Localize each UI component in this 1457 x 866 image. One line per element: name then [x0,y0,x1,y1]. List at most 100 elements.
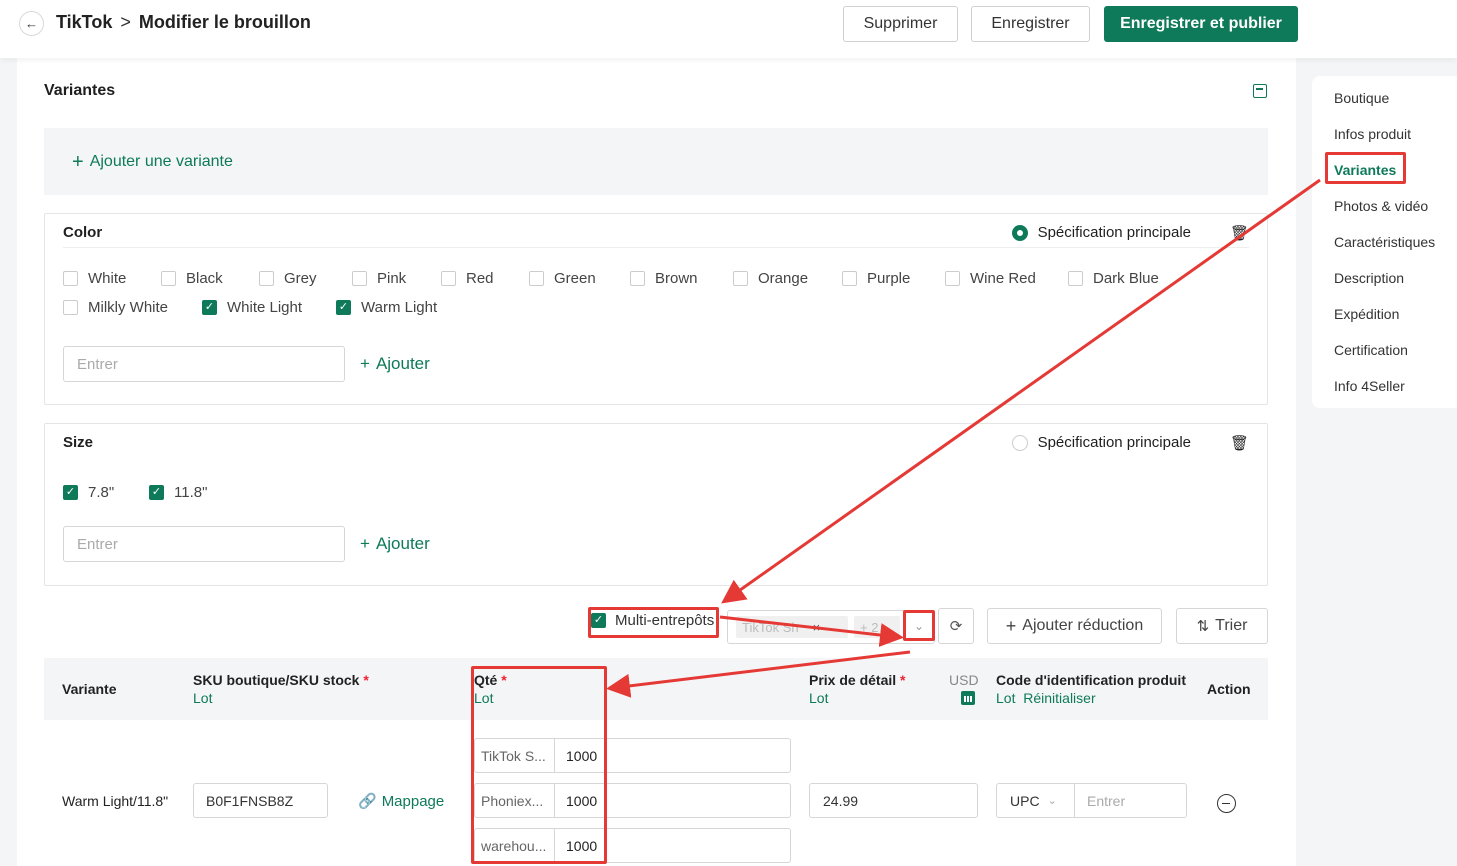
code-reset-link[interactable]: Réinitialiser [1023,690,1095,706]
refresh-icon[interactable]: ⟳ [938,608,974,644]
required-mark: * [363,672,369,688]
checkbox-icon [63,271,78,286]
col-product-code: Code d'identification produit Lot Réinit… [996,672,1186,706]
variant-name: Warm Light/11.8" [62,793,169,809]
color-option[interactable]: Green [529,270,596,287]
collapse-panel-icon[interactable] [1253,84,1267,98]
option-label: Purple [867,270,911,287]
color-entry-input[interactable]: Entrer [63,346,345,382]
color-option[interactable]: Brown [630,270,698,287]
nav-item[interactable]: Expédition [1334,306,1399,322]
sku-bulk-link[interactable]: Lot [193,690,369,706]
plus-icon: + [360,354,370,373]
size-option[interactable]: ✓ 7.8" [63,484,114,501]
option-label: Red [466,270,494,287]
mapping-button[interactable]: 🔗 Mappage [358,792,445,811]
sku-input[interactable]: B0F1FNSB8Z [193,783,328,818]
plus-icon: + [360,534,370,553]
size-spec-box: Size Spécification principale 🗑 ✓ 7.8" ✓ 11… [44,423,1268,586]
size-entry-input[interactable]: Entrer [63,526,345,562]
color-main-spec-radio[interactable]: Spécification principale [1011,224,1191,241]
close-icon[interactable]: × [813,620,821,635]
save-button[interactable]: Enregistrer [971,6,1090,42]
color-option[interactable]: Pink [352,270,406,287]
checkbox-checked-icon: ✓ [63,485,78,500]
nav-item[interactable]: Infos produit [1334,126,1411,142]
color-option[interactable]: Dark Blue [1068,270,1159,287]
warehouse-tag: TikTok Sh × [736,616,848,638]
option-label: Milkly White [88,299,169,316]
size-option[interactable]: ✓ 11.8" [149,484,207,501]
size-main-spec-radio[interactable]: Spécification principale [1011,434,1191,451]
color-option[interactable]: White [63,270,126,287]
remove-row-icon[interactable] [1217,794,1236,813]
annotation-box-multi-warehouse [588,607,719,638]
arrow-left-icon[interactable]: ← [19,11,44,36]
col-sku-label: SKU boutique/SKU stock [193,672,360,688]
divider [63,247,1249,248]
add-discount-button[interactable]: + Ajouter réduction [987,608,1162,644]
plus-icon: + [1005,615,1017,636]
color-option[interactable]: Grey [259,270,317,287]
option-label: Wine Red [970,270,1036,287]
plus-icon: + [72,150,84,173]
option-label: 11.8" [174,484,208,501]
checkbox-checked-icon: ✓ [149,485,164,500]
col-variant: Variante [62,681,117,697]
option-label: Dark Blue [1093,270,1159,287]
option-label: Brown [655,270,698,287]
required-mark: * [900,672,906,688]
col-sku: SKU boutique/SKU stock * Lot [193,672,369,706]
main-spec-label: Spécification principale [1037,434,1191,451]
color-option[interactable]: Wine Red [945,270,1036,287]
size-add-button[interactable]: + Ajouter [360,534,430,554]
trash-icon[interactable]: 🗑 [1230,434,1249,452]
save-and-publish-button[interactable]: Enregistrer et publier [1104,6,1298,42]
code-type-select[interactable]: UPC ⌄ [997,784,1075,817]
price-bulk-link[interactable]: Lot [809,690,906,706]
sort-button[interactable]: ⇅ Trier [1176,608,1268,644]
chevron-down-icon: ⌄ [1047,795,1057,807]
color-option[interactable]: Purple [842,270,910,287]
calculator-icon[interactable] [961,691,975,705]
color-option[interactable]: ✓ Warm Light [336,299,437,316]
top-bar: ← TikTok > Modifier le brouillon Supprim… [0,0,1457,58]
mapping-label: Mappage [381,792,445,810]
checkbox-checked-icon: ✓ [336,300,351,315]
color-option[interactable]: ✓ White Light [202,299,302,316]
price-input[interactable]: 24.99 [809,783,978,818]
breadcrumb-root[interactable]: TikTok [56,12,112,33]
option-label: Orange [758,270,809,287]
trash-icon[interactable]: 🗑 [1230,224,1249,242]
annotation-box-variantes [1325,152,1406,184]
option-label: Pink [377,270,407,287]
color-option[interactable]: Red [441,270,494,287]
checkbox-icon [1068,271,1083,286]
option-label: White [88,270,127,287]
add-variant-button[interactable]: + Ajouter une variante [44,128,1268,195]
color-spec-box: Color Spécification principale 🗑 White Bl… [44,213,1268,405]
add-label: Ajouter [375,534,430,553]
add-variant-label: Ajouter une variante [89,152,233,170]
color-add-button[interactable]: + Ajouter [360,354,430,374]
page-title: Modifier le brouillon [138,12,311,32]
nav-item[interactable]: Certification [1334,342,1408,358]
color-spec-title: Color [63,224,103,241]
color-option[interactable]: Black [161,270,223,287]
nav-item[interactable]: Caractéristiques [1334,234,1435,250]
nav-item[interactable]: Boutique [1334,90,1389,106]
code-links: Lot Réinitialiser [996,690,1186,706]
color-option[interactable]: Orange [733,270,808,287]
col-price-label: Prix de détail [809,672,897,688]
color-option[interactable]: Milkly White [63,299,168,316]
currency-label: USD [949,672,979,688]
col-code-label: Code d'identification produit [996,672,1186,688]
delete-button[interactable]: Supprimer [843,6,958,42]
col-action: Action [1207,681,1251,697]
code-input[interactable]: Entrer [1075,793,1125,809]
nav-item[interactable]: Description [1334,270,1404,286]
nav-item[interactable]: Photos & vidéo [1334,198,1428,214]
code-bulk-link[interactable]: Lot [996,690,1015,706]
option-label: Black [186,270,223,287]
nav-item[interactable]: Info 4Seller [1334,378,1405,394]
